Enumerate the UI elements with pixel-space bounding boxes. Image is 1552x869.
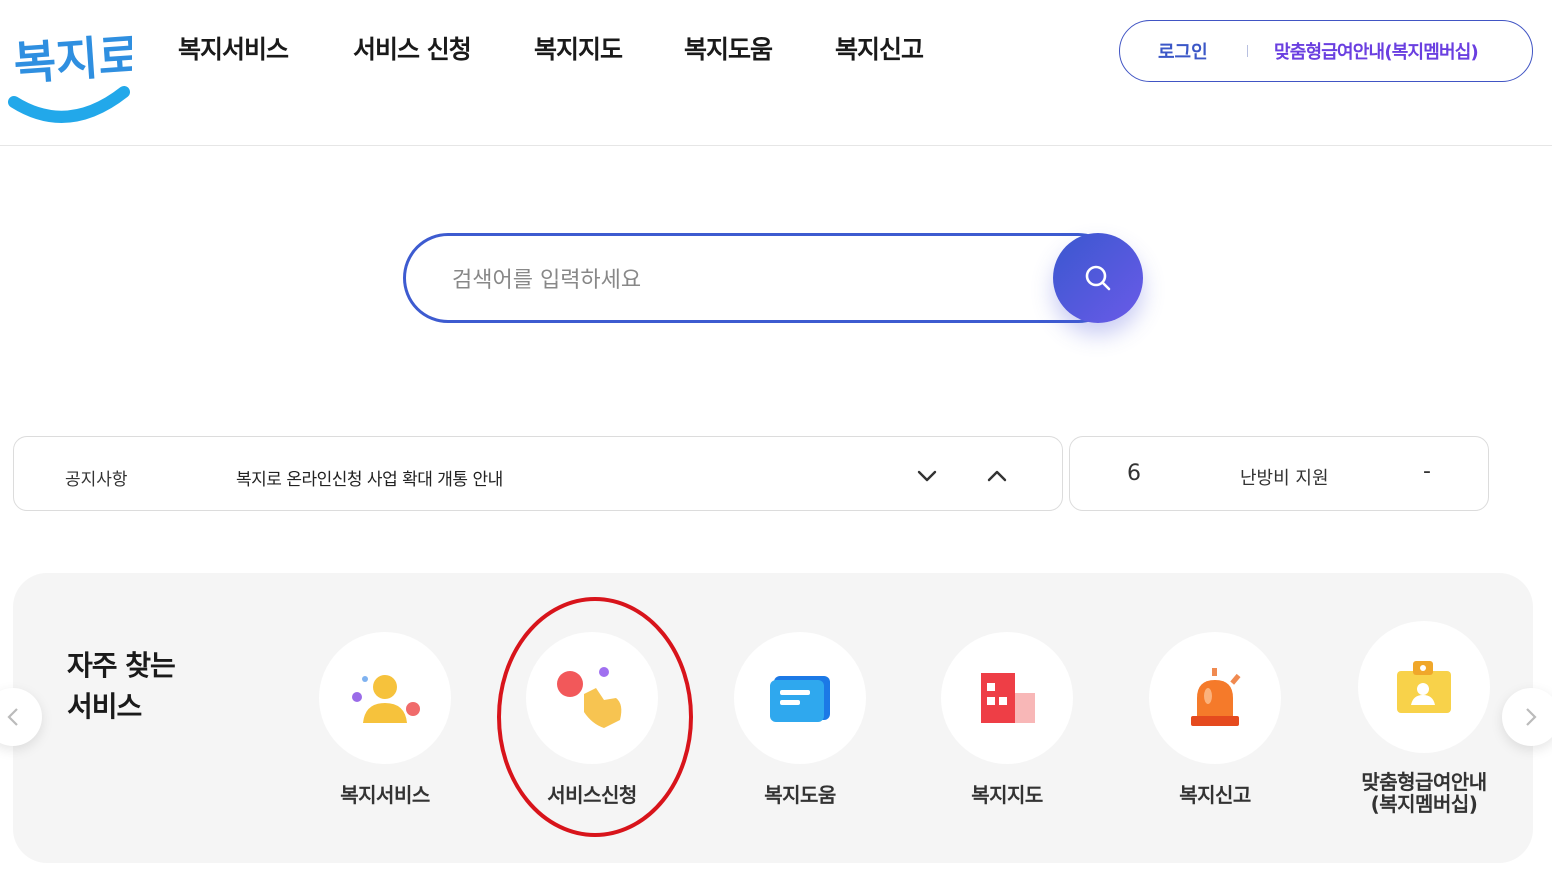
search-input[interactable] xyxy=(452,263,1012,297)
service-label: 복지도움 xyxy=(764,783,836,807)
service-label: 복지신고 xyxy=(1179,783,1251,807)
keyword-rank: 6 xyxy=(1127,461,1141,486)
notice-bar: 공지사항 복지로 온라인신청 사업 확대 개통 안내 xyxy=(13,436,1063,511)
chevron-down-icon[interactable] xyxy=(914,463,940,489)
keyword-text[interactable]: 난방비 지원 xyxy=(1240,464,1329,490)
chevron-left-icon xyxy=(7,708,18,726)
search-box xyxy=(403,233,1123,323)
carousel-next-button[interactable] xyxy=(1502,688,1552,746)
service-icon-circle xyxy=(1149,632,1281,764)
service-icon-circle xyxy=(1358,621,1490,753)
id-card-icon xyxy=(1397,661,1451,713)
search-icon xyxy=(1085,265,1111,291)
custom-benefit-link[interactable]: 맞춤형급여안내(복지멤버십) xyxy=(1274,38,1479,64)
service-icon-circle xyxy=(319,632,451,764)
person-icon xyxy=(352,675,420,723)
bokjiro-logo[interactable]: 복지로 xyxy=(8,14,142,124)
search-button[interactable] xyxy=(1053,233,1143,323)
map-icon xyxy=(981,673,1035,723)
service-icon-circle xyxy=(941,632,1073,764)
service-label: 서비스신청 xyxy=(547,783,637,807)
nav-welfare-report[interactable]: 복지신고 xyxy=(835,30,924,66)
nav-welfare-service[interactable]: 복지서비스 xyxy=(178,30,289,66)
notice-label: 공지사항 xyxy=(65,470,128,490)
siren-icon xyxy=(1191,668,1241,726)
service-label: 복지지도 xyxy=(971,783,1043,807)
chevron-right-icon xyxy=(1526,708,1537,726)
hand-tap-icon xyxy=(557,667,622,728)
popular-keyword-bar[interactable]: 6 난방비 지원 - xyxy=(1069,436,1489,511)
title-line2: 서비스 xyxy=(67,690,142,723)
service-label: 복지서비스 xyxy=(340,783,430,807)
service-icon-circle xyxy=(526,632,658,764)
chevron-up-icon[interactable] xyxy=(984,463,1010,489)
divider xyxy=(1247,45,1248,57)
site-header: 복지로 복지서비스 서비스 신청 복지지도 복지도움 복지신고 로그인 맞춤형급… xyxy=(0,0,1552,146)
svg-text:복지로: 복지로 xyxy=(12,28,132,91)
account-links: 로그인 맞춤형급여안내(복지멤버십) xyxy=(1119,20,1533,82)
nav-welfare-map[interactable]: 복지지도 xyxy=(534,30,623,66)
nav-welfare-help[interactable]: 복지도움 xyxy=(684,30,773,66)
login-link[interactable]: 로그인 xyxy=(1158,38,1208,64)
service-icon-circle xyxy=(734,632,866,764)
nav-service-apply[interactable]: 서비스 신청 xyxy=(353,30,472,66)
chat-bubble-icon xyxy=(770,676,830,722)
title-line1: 자주 찾는 xyxy=(67,649,176,682)
service-label: 맞춤형급여안내 (복지멤버십) xyxy=(1324,771,1524,815)
label-line2: (복지멤버십) xyxy=(1370,792,1478,816)
keyword-change: - xyxy=(1423,459,1431,484)
notice-text[interactable]: 복지로 온라인신청 사업 확대 개통 안내 xyxy=(236,465,503,490)
frequent-services-title: 자주 찾는 서비스 xyxy=(67,645,176,727)
label-line1: 맞춤형급여안내 xyxy=(1361,770,1487,794)
